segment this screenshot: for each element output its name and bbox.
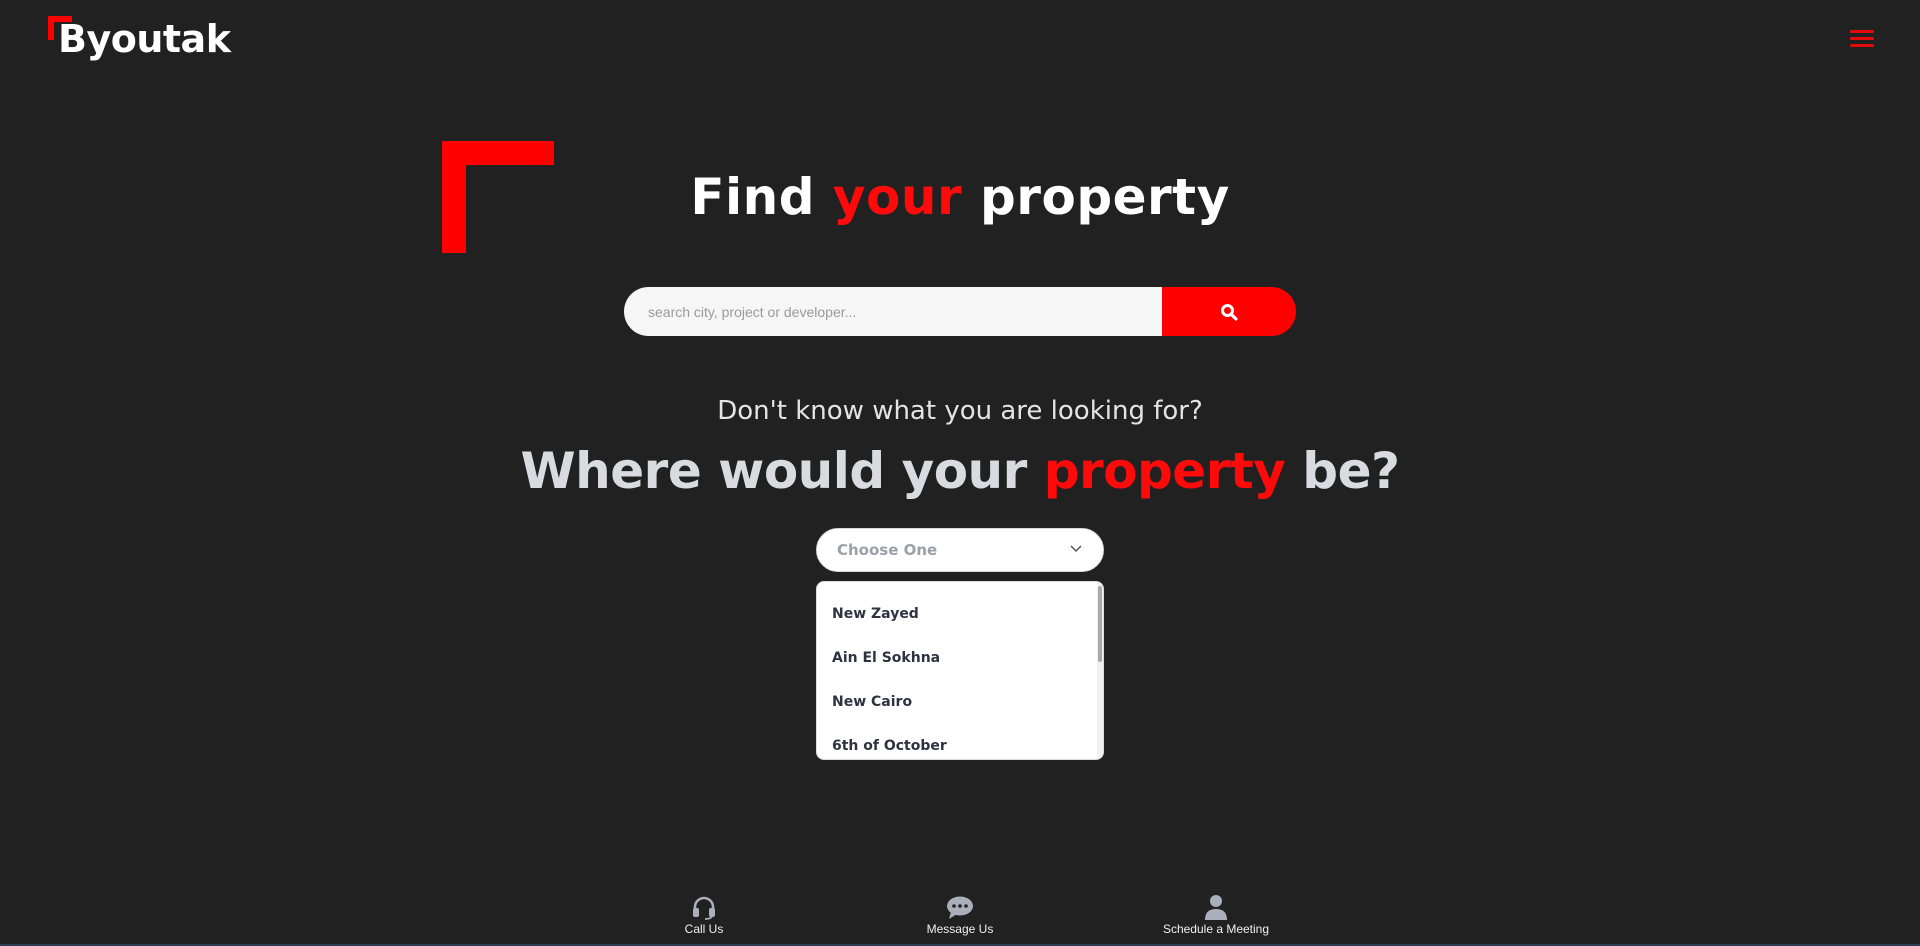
chat-bubble-icon xyxy=(947,896,973,919)
hero-title: Find your property xyxy=(0,168,1920,226)
location-heading: Where would your property be? xyxy=(0,442,1920,500)
location-question: Don't know what you are looking for? xyxy=(717,396,1203,426)
search-input[interactable] xyxy=(624,287,1162,336)
message-us-label: Message Us xyxy=(926,922,994,936)
location-options-list: New Zayed Ain El Sokhna New Cairo 6th of… xyxy=(817,582,1103,759)
chevron-down-icon xyxy=(1070,545,1082,553)
search-button[interactable] xyxy=(1162,287,1296,336)
dropdown-scrollbar[interactable] xyxy=(1097,582,1103,759)
headset-icon xyxy=(693,896,715,920)
logo-text: Byoutak xyxy=(58,17,231,61)
location-heading-part1: Where would your xyxy=(520,442,1044,500)
location-select-value: Choose One xyxy=(837,541,938,559)
page: Byoutak Find your property Don't know wh… xyxy=(0,0,1920,946)
search-icon xyxy=(1221,303,1238,321)
call-us-label: Call Us xyxy=(684,922,724,936)
hero-title-part1: Find xyxy=(690,168,833,226)
message-us-button[interactable]: Message Us xyxy=(890,892,1030,936)
schedule-meeting-label: Schedule a Meeting xyxy=(1162,922,1270,936)
location-option[interactable]: New Zayed xyxy=(817,592,1103,636)
person-icon xyxy=(1205,895,1227,920)
hero-title-part2: property xyxy=(962,168,1230,226)
hero-title-highlight: your xyxy=(832,168,963,226)
call-us-button[interactable]: Call Us xyxy=(634,892,774,936)
location-option[interactable]: New Cairo xyxy=(817,680,1103,724)
location-select[interactable]: Choose One xyxy=(816,528,1104,572)
location-heading-part2: be? xyxy=(1285,442,1400,500)
logo[interactable]: Byoutak xyxy=(48,16,231,66)
search-bar xyxy=(624,287,1296,336)
location-option[interactable]: 6th of October xyxy=(817,724,1103,759)
dropdown-scrollbar-thumb[interactable] xyxy=(1098,586,1102,662)
location-heading-highlight: property xyxy=(1043,442,1286,500)
schedule-meeting-button[interactable]: Schedule a Meeting xyxy=(1146,892,1286,936)
contact-bar: Call Us Message Us Schedule a Meeting xyxy=(0,880,1920,946)
hamburger-menu-icon[interactable] xyxy=(1850,28,1874,50)
location-dropdown: New Zayed Ain El Sokhna New Cairo 6th of… xyxy=(816,581,1104,760)
location-option[interactable]: Ain El Sokhna xyxy=(817,636,1103,680)
